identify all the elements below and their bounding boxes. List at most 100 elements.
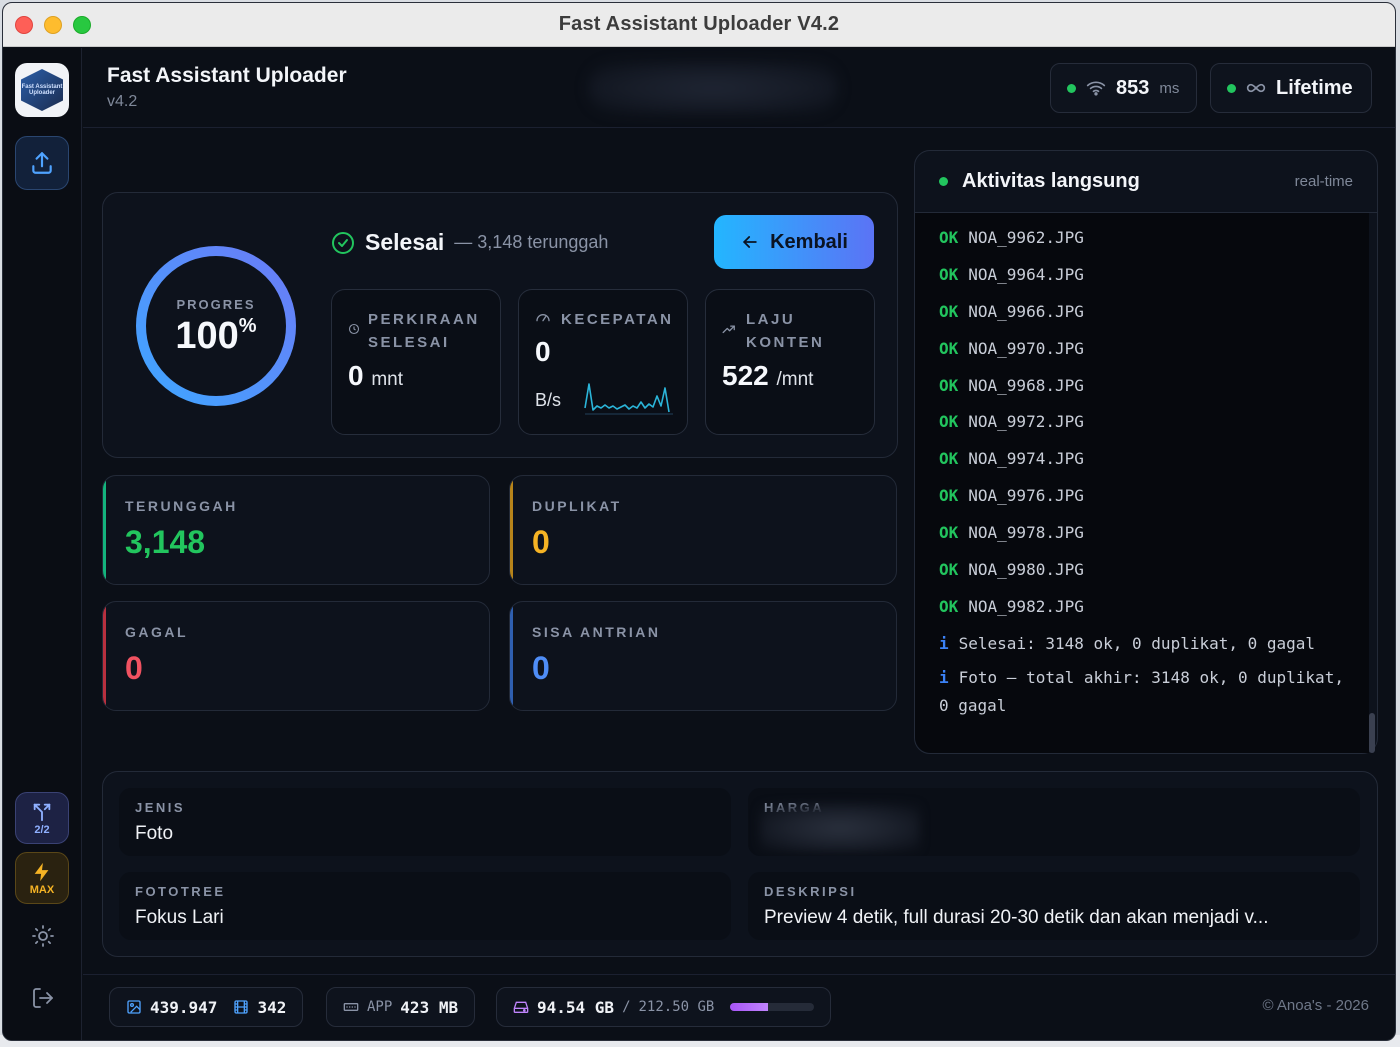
max-mode-button[interactable]: MAX — [15, 852, 69, 904]
content-rate-number: 522 — [722, 360, 769, 391]
log-line-summary-2: i Foto — total akhir: 3148 ok, 0 duplikat… — [939, 664, 1345, 715]
media-count-pill: 439.947 342 — [109, 987, 304, 1027]
uploaded-count-card: TERUNGGAH 3,148 — [102, 475, 490, 585]
hard-drive-icon — [513, 1001, 529, 1013]
fototree-value: Fokus Lari — [135, 907, 224, 928]
app-memory: 423 MB — [400, 997, 459, 1017]
eta-label-line-2: SELESAI — [368, 334, 450, 351]
sidebar: Fast Assistant Uploader 2/2 MAX — [3, 48, 82, 1040]
content-rate-label: LAJU KONTEN — [746, 308, 824, 354]
ok-tag: OK — [939, 486, 959, 506]
log-line: OK NOA_9962.JPG — [939, 223, 1345, 260]
failed-value: 0 — [125, 650, 143, 686]
app-version: v4.2 — [107, 93, 138, 110]
description-label: DESKRIPSI — [764, 884, 857, 899]
activity-log[interactable]: OK NOA_9962.JPG OK NOA_9964.JPG OK NOA_9966.J… — [915, 213, 1369, 753]
memory-icon — [343, 1003, 359, 1011]
type-value: Foto — [135, 823, 174, 844]
log-filename: NOA_9966.JPG — [968, 301, 1084, 321]
app-logo: Fast Assistant Uploader — [15, 63, 69, 117]
log-filename: NOA_9976.JPG — [968, 486, 1084, 506]
window-title: Fast Assistant Uploader V4.2 — [558, 13, 840, 35]
log-filename: NOA_9968.JPG — [968, 375, 1084, 395]
failed-label: GAGAL — [125, 624, 189, 640]
back-label: Kembali — [770, 230, 848, 253]
license-value: Lifetime — [1276, 76, 1353, 99]
app-name: Fast Assistant Uploader — [107, 64, 347, 87]
storage-pill: 94.54 GB / 212.50 GB — [496, 987, 832, 1027]
uploaded-label: TERUNGGAH — [125, 498, 238, 514]
accent-bar — [510, 476, 513, 584]
accent-bar — [510, 602, 513, 710]
copyright: © Anoa's - 2026 — [1262, 997, 1370, 1014]
eta-number: 0 — [348, 360, 364, 391]
log-filename: NOA_9980.JPG — [968, 560, 1084, 580]
max-label: MAX — [29, 883, 55, 896]
info-tag: i — [939, 633, 949, 653]
status-dot — [1227, 83, 1236, 93]
lightning-icon — [34, 862, 49, 881]
arrow-left-icon — [743, 236, 757, 248]
log-line: OK NOA_9978.JPG — [939, 518, 1345, 555]
storage-bar — [730, 1003, 815, 1011]
activity-title: Aktivitas langsung — [962, 170, 1140, 192]
log-line: OK NOA_9964.JPG — [939, 260, 1345, 297]
back-button[interactable]: Kembali — [714, 215, 874, 269]
disk-separator: / — [622, 999, 631, 1015]
minimize-window-button[interactable] — [44, 16, 62, 34]
progress-value: 100% — [133, 315, 299, 358]
ok-tag: OK — [939, 264, 959, 284]
eta-unit: mnt — [371, 369, 404, 390]
duplicate-value: 0 — [532, 524, 550, 560]
content-rate-value: 522 /mnt — [722, 360, 813, 392]
zoom-window-button[interactable] — [73, 16, 91, 34]
ping-indicator: 853 ms — [1050, 63, 1197, 113]
route-toggle-button[interactable]: 2/2 — [15, 792, 69, 844]
content-rate-stat: LAJU KONTEN 522 /mnt — [705, 289, 875, 435]
eta-value: 0 mnt — [348, 360, 403, 392]
status-subtext: — 3,148 terunggah — [454, 232, 609, 252]
upload-nav-button[interactable] — [15, 136, 69, 190]
film-icon — [234, 1000, 249, 1014]
ping-unit: ms — [1159, 79, 1180, 97]
ok-tag: OK — [939, 338, 959, 358]
fototree-field: FOTOTREE Fokus Lari — [119, 872, 731, 940]
uploaded-value: 3,148 — [125, 524, 206, 560]
speed-value: 0 — [535, 336, 551, 367]
log-filename: NOA_9978.JPG — [968, 523, 1084, 543]
app-window: Fast Assistant Uploader V4.2 Fast Assist… — [2, 2, 1396, 1041]
ok-tag: OK — [939, 596, 959, 616]
ok-tag: OK — [939, 412, 959, 432]
percent-sign: % — [238, 315, 257, 337]
eta-label: PERKIRAAN SELESAI — [368, 308, 480, 354]
fototree-label: FOTOTREE — [135, 884, 226, 899]
log-scrollbar[interactable] — [1369, 713, 1375, 753]
content-rate-label-line-2: KONTEN — [746, 334, 825, 351]
info-tag: i — [939, 667, 949, 687]
redacted-price — [760, 804, 920, 852]
ok-tag: OK — [939, 375, 959, 395]
ok-tag: OK — [939, 228, 959, 247]
log-line: OK NOA_9976.JPG — [939, 481, 1345, 518]
progress-label: PROGRES — [176, 297, 256, 312]
summary-text: Foto — total akhir: 3148 ok, 0 duplikat,… — [939, 667, 1344, 715]
brightness-icon[interactable] — [31, 924, 55, 948]
accent-bar — [103, 476, 106, 584]
close-window-button[interactable] — [15, 16, 33, 34]
duplicate-count-card: DUPLIKAT 0 — [509, 475, 897, 585]
video-count: 342 — [257, 997, 287, 1017]
logout-icon[interactable] — [31, 986, 55, 1010]
description-field: DESKRIPSI Preview 4 detik, full durasi 2… — [748, 872, 1360, 940]
ok-tag: OK — [939, 449, 959, 469]
status-text: Selesai — [365, 229, 445, 255]
log-filename: NOA_9962.JPG — [968, 228, 1084, 247]
queue-value: 0 — [532, 650, 550, 686]
activity-mode: real-time — [1294, 173, 1353, 190]
speed-unit: B/s — [535, 390, 562, 410]
logo-mark: Fast Assistant Uploader — [21, 69, 63, 111]
log-line: OK NOA_9966.JPG — [939, 297, 1345, 334]
log-line: OK NOA_9980.JPG — [939, 555, 1345, 592]
app-label: APP — [367, 999, 393, 1015]
live-dot — [939, 177, 948, 186]
license-badge: Lifetime — [1210, 63, 1372, 113]
